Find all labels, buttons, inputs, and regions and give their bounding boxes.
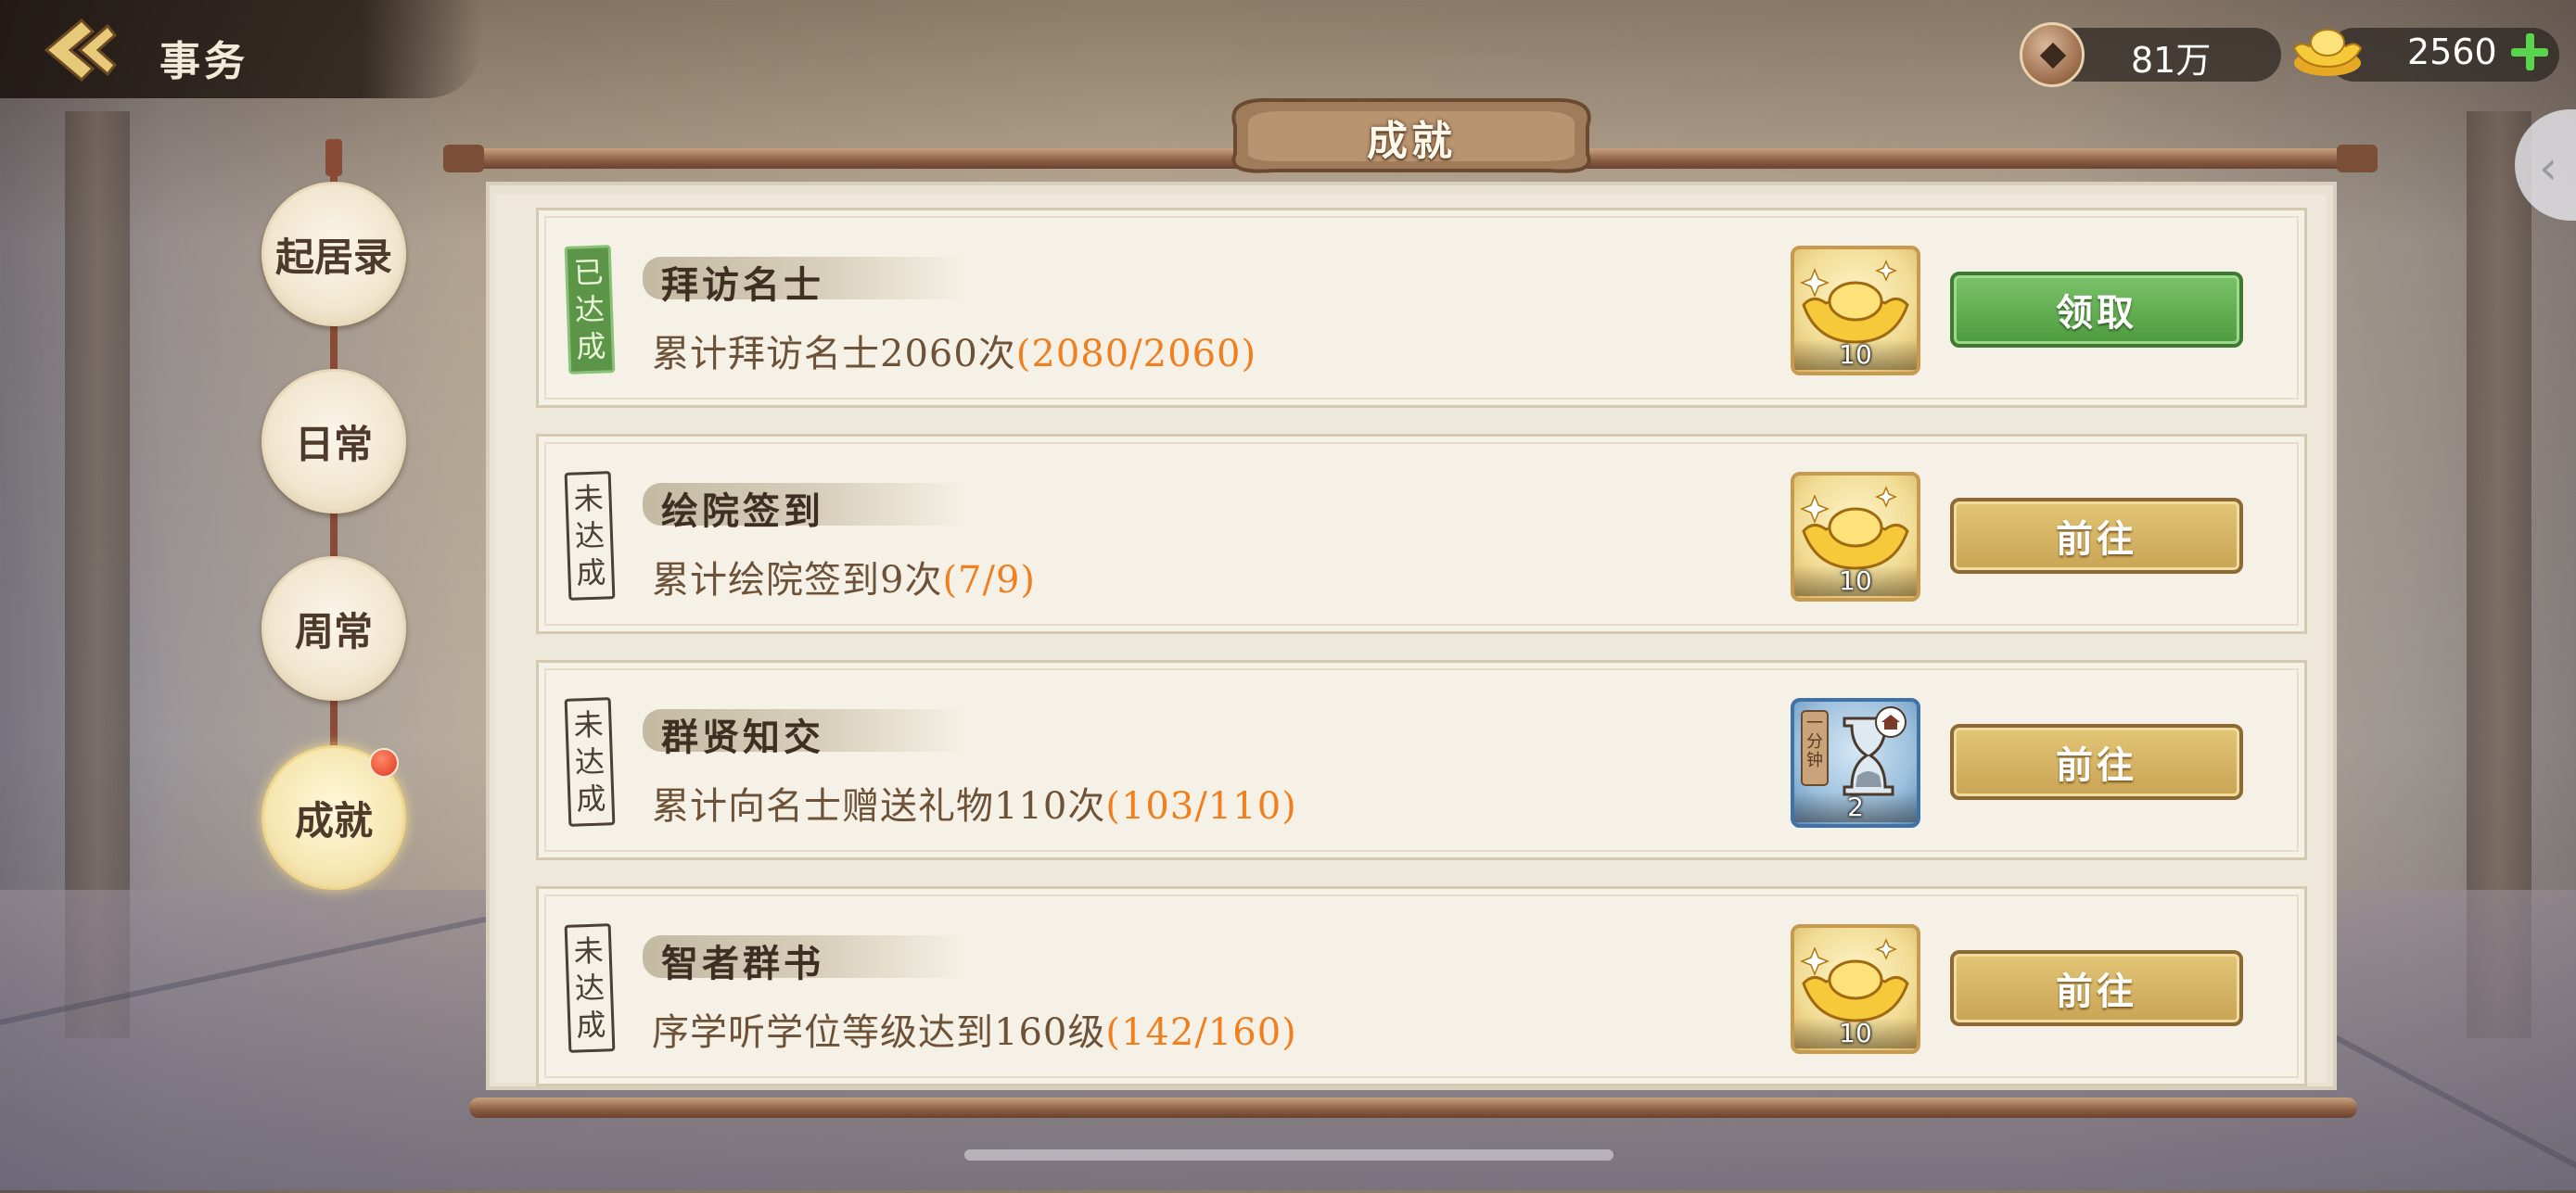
achievement-title: 群贤知交 [661,716,824,759]
add-ingot-button[interactable] [2504,26,2556,78]
title-brush-stroke [643,483,967,526]
achievement-title: 智者群书 [661,942,824,985]
rod-end [443,145,484,172]
nav-tab-weekly[interactable]: 周常 [261,556,406,701]
copper-coin-icon [2020,22,2085,87]
title-brush-stroke [643,935,967,978]
go-button[interactable]: 前往 [1950,724,2243,800]
achievement-description: 序学听学位等级达到160级(142/160) [652,1011,1297,1054]
status-stamp-completed: 已 达 成 [564,245,616,374]
copper-amount: 81万 [2131,40,2212,81]
back-button[interactable] [28,13,121,87]
achievement-description: 累计拜访名士2060次(2080/2060) [652,333,1257,375]
nav-tab-daily[interactable]: 日常 [261,369,406,514]
reward-item[interactable]: 10 [1791,924,1920,1054]
notification-dot [369,748,399,778]
go-button[interactable]: 前往 [1950,498,2243,574]
achievement-title: 拜访名士 [661,263,824,307]
status-stamp-incomplete: 未 达 成 [564,923,616,1053]
title-brush-stroke [643,709,967,752]
reward-quantity: 10 [1794,565,1917,596]
status-stamp-incomplete: 未 达 成 [564,697,616,827]
achievement-card: 已 达 成 拜访名士 累计拜访名士2060次(2080/2060) 10 领取 [536,208,2307,408]
achievement-description: 累计绘院签到9次(7/9) [652,559,1037,602]
achievement-card: 未 达 成 智者群书 序学听学位等级达到160级(142/160) 10 前往 [536,886,2307,1086]
achievement-progress: (142/160) [1105,1011,1297,1054]
scroll-bottom-rod [469,1098,2357,1118]
rod-end [2337,145,2378,172]
reward-label: 一分钟 [1806,714,1823,770]
achievement-title: 绘院签到 [661,489,824,533]
home-indicator [964,1149,1613,1161]
achievement-progress: (7/9) [942,559,1037,602]
gold-ingot-icon [2292,29,2363,76]
title-brush-stroke [643,257,967,299]
reward-quantity: 2 [1794,792,1917,822]
reward-quantity: 10 [1794,1018,1917,1048]
claim-button[interactable]: 领取 [1950,272,2243,348]
panel-title: 成就 [1367,118,1456,165]
nav-tab-daily-log[interactable]: 起居录 [261,182,406,326]
status-stamp-incomplete: 未 达 成 [564,471,616,601]
gold-ingot-icon [1799,260,1909,344]
achievement-card: 未 达 成 群贤知交 累计向名士赠送礼物110次(103/110) 一分钟 2 … [536,660,2307,860]
hourglass-icon [1801,706,1906,796]
gold-ingot-icon [1799,486,1909,570]
achievement-progress: (2080/2060) [1015,333,1257,375]
reward-item[interactable]: 一分钟 2 [1791,698,1920,828]
achievement-progress: (103/110) [1105,785,1297,828]
chevron-left-icon: ‹ [2539,141,2557,195]
back-arrow-icon [44,18,118,82]
top-bar: 事务 [0,0,482,98]
page-title: 事务 [159,38,249,85]
achievement-card: 未 达 成 绘院签到 累计绘院签到9次(7/9) 10 前往 [536,434,2307,634]
reward-item[interactable]: 10 [1791,246,1920,375]
reward-quantity: 10 [1794,339,1917,370]
ingot-amount: 2560 [2407,32,2497,72]
gold-ingot-icon [1799,938,1909,1022]
reward-item[interactable]: 10 [1791,472,1920,602]
go-button[interactable]: 前往 [1950,950,2243,1026]
achievement-description: 累计向名士赠送礼物110次(103/110) [652,785,1297,828]
